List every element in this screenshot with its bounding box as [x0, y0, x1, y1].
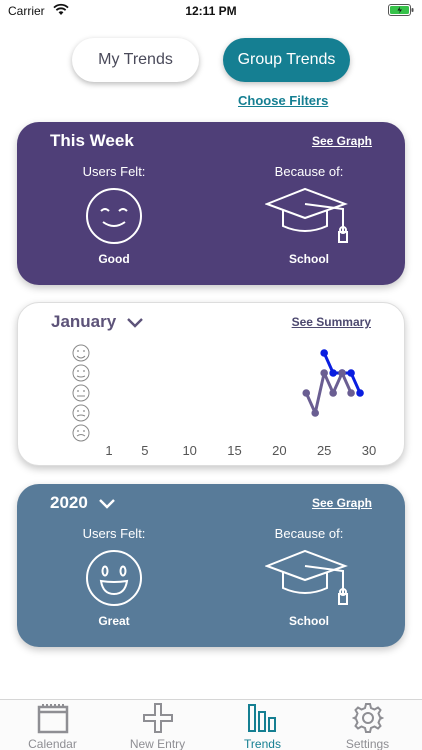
- x-tick-label: 10: [182, 443, 196, 458]
- data-point: [329, 369, 337, 377]
- great-face-icon: [72, 344, 90, 362]
- reason-caption: School: [288, 252, 329, 266]
- tab-label: Calendar: [28, 737, 77, 750]
- graduation-cap-icon: [264, 548, 355, 615]
- content-face-icon: [84, 186, 144, 251]
- group-trends-button[interactable]: Group Trends: [223, 38, 350, 82]
- data-point: [320, 369, 328, 377]
- graduation-cap-icon: [264, 186, 355, 253]
- tab-trends[interactable]: Trends: [210, 700, 315, 750]
- data-point: [320, 349, 328, 357]
- january-card: January See Summary 1 5 10 15 20 25 30: [17, 302, 405, 466]
- x-tick-label: 5: [141, 443, 148, 458]
- tab-new-entry[interactable]: New Entry: [105, 700, 210, 750]
- year-selector[interactable]: 2020: [50, 493, 115, 514]
- calendar-icon: [37, 702, 69, 739]
- bad-face-icon: [72, 404, 90, 422]
- x-tick-label: 25: [317, 443, 331, 458]
- users-felt-label: Users Felt:: [82, 164, 146, 179]
- x-tick-label: 30: [362, 443, 376, 458]
- status-time: 12:11 PM: [185, 4, 237, 18]
- data-point: [338, 369, 346, 377]
- tab-label: New Entry: [129, 737, 186, 750]
- mood-caption: Good: [98, 252, 130, 266]
- tab-settings[interactable]: Settings: [315, 700, 420, 750]
- gear-icon: [351, 702, 385, 739]
- plus-icon: [142, 702, 174, 739]
- this-week-card: This Week See Graph Users Felt: Because …: [17, 122, 405, 285]
- my-trends-button[interactable]: My Trends: [72, 38, 199, 82]
- because-of-label: Because of:: [274, 526, 344, 541]
- status-bar: Carrier 12:11 PM: [0, 0, 422, 22]
- data-point: [329, 389, 337, 397]
- data-point: [302, 389, 311, 397]
- x-tick-label: 20: [272, 443, 286, 458]
- x-tick-label: 1: [105, 443, 112, 458]
- awful-face-icon: [72, 424, 90, 442]
- battery-icon: [388, 4, 414, 19]
- data-point: [311, 409, 320, 417]
- year-label: 2020: [50, 493, 88, 512]
- year-card: 2020 See Graph Users Felt: Because of: G…: [17, 484, 405, 647]
- happy-face-icon: [84, 548, 144, 613]
- chevron-down-icon: [98, 494, 115, 514]
- data-point: [347, 389, 355, 397]
- because-of-label: Because of:: [274, 164, 344, 179]
- bar-chart-icon: [247, 702, 279, 739]
- okay-face-icon: [72, 384, 90, 402]
- mood-line-chart: 1 5 10 15 20 25 30: [72, 344, 376, 458]
- good-face-icon: [72, 364, 90, 382]
- reason-caption: School: [288, 614, 329, 628]
- data-point: [356, 389, 364, 397]
- tab-calendar[interactable]: Calendar: [0, 700, 105, 750]
- series-line-2: [304, 371, 353, 415]
- tab-label: Settings: [345, 737, 390, 750]
- data-point: [347, 369, 355, 377]
- see-graph-link[interactable]: See Graph: [312, 496, 372, 510]
- users-felt-label: Users Felt:: [82, 526, 146, 541]
- card-title: This Week: [50, 131, 134, 150]
- mood-caption: Great: [98, 614, 130, 628]
- see-graph-link[interactable]: See Graph: [312, 134, 372, 148]
- tab-label: Trends: [244, 737, 281, 750]
- tab-bar: Calendar New Entry Trends Settings: [0, 699, 422, 750]
- choose-filters-link[interactable]: Choose Filters: [238, 93, 328, 108]
- x-tick-label: 15: [227, 443, 241, 458]
